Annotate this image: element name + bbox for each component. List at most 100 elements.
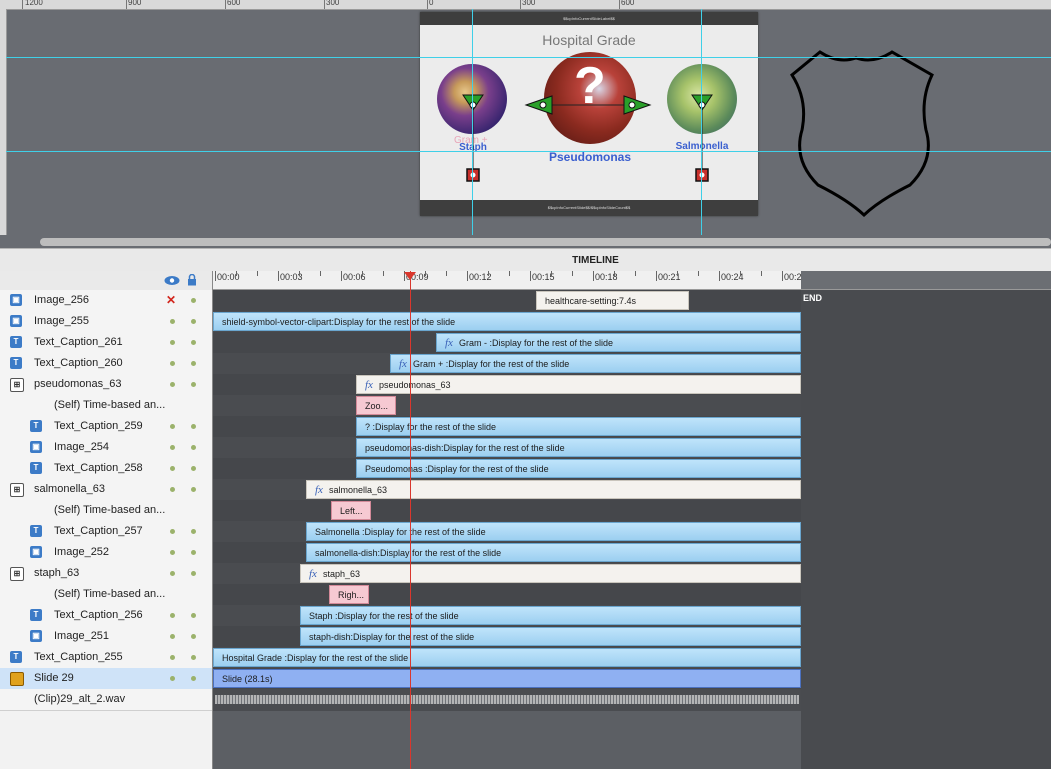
layer-name[interactable]: (Self) Time-based an...	[54, 588, 165, 600]
lock-toggle[interactable]	[191, 340, 196, 345]
timeline-bar[interactable]: staph-dish:Display for the rest of the s…	[300, 627, 801, 646]
lock-toggle[interactable]	[191, 676, 196, 681]
layer-row[interactable]: T Text_Caption_259	[0, 416, 212, 438]
lock-toggle[interactable]	[191, 424, 196, 429]
visibility-toggle[interactable]	[170, 613, 175, 618]
timeline-bar[interactable]: Hospital Grade :Display for the rest of …	[213, 648, 801, 667]
lock-toggle[interactable]	[191, 634, 196, 639]
timeline-bar[interactable]: Slide (28.1s)	[213, 669, 801, 688]
layer-name[interactable]: Text_Caption_255	[34, 651, 123, 663]
layer-name[interactable]: Text_Caption_261	[34, 336, 123, 348]
visibility-toggle[interactable]	[170, 529, 175, 534]
lock-toggle[interactable]	[191, 445, 196, 450]
staph-motion-path[interactable]	[462, 94, 484, 182]
playhead-handle[interactable]	[404, 272, 416, 280]
eye-icon[interactable]	[164, 275, 180, 286]
visibility-toggle[interactable]	[170, 634, 175, 639]
layer-name[interactable]: Text_Caption_257	[54, 525, 143, 537]
salmonella-motion-path[interactable]	[691, 94, 713, 182]
lock-toggle[interactable]	[191, 571, 196, 576]
layer-row[interactable]: ⊞ staph_63	[0, 563, 212, 585]
layer-name[interactable]: Text_Caption_259	[54, 420, 143, 432]
layer-row[interactable]: ▣ Image_252	[0, 542, 212, 564]
layer-row[interactable]: T Text_Caption_255	[0, 647, 212, 669]
timeline-bar[interactable]: fx Gram - :Display for the rest of the sl…	[436, 333, 801, 352]
layer-name[interactable]: Image_251	[54, 630, 109, 642]
visibility-toggle[interactable]	[170, 382, 175, 387]
lock-toggle[interactable]	[191, 550, 196, 555]
timeline-bar[interactable]: fx salmonella_63	[306, 480, 801, 499]
visibility-toggle[interactable]	[170, 319, 175, 324]
layer-row[interactable]: (Self) Time-based an...	[0, 500, 212, 522]
lock-toggle[interactable]	[191, 298, 196, 303]
lock-toggle[interactable]	[191, 529, 196, 534]
visibility-toggle[interactable]	[170, 361, 175, 366]
layer-row[interactable]: T Text_Caption_260	[0, 353, 212, 375]
lock-toggle[interactable]	[191, 487, 196, 492]
pseudomonas-motion-path[interactable]	[524, 95, 652, 115]
timeline-bar[interactable]: Staph :Display for the rest of the slide	[300, 606, 801, 625]
timeline-bar[interactable]: pseudomonas-dish:Display for the rest of…	[356, 438, 801, 457]
timeline-bar[interactable]: fx staph_63	[300, 564, 801, 583]
layer-row[interactable]: T Text_Caption_258	[0, 458, 212, 480]
layer-row[interactable]: ▣ Image_256 ✕	[0, 290, 212, 312]
layer-name[interactable]: (Self) Time-based an...	[54, 399, 165, 411]
layer-name[interactable]: Image_255	[34, 315, 89, 327]
lock-toggle[interactable]	[191, 319, 196, 324]
horizontal-guide[interactable]	[6, 57, 1051, 58]
layer-row[interactable]: (Self) Time-based an...	[0, 584, 212, 606]
visibility-toggle[interactable]	[170, 655, 175, 660]
timeline-bar[interactable]: fx pseudomonas_63	[356, 375, 801, 394]
lock-toggle[interactable]	[191, 613, 196, 618]
layer-name[interactable]: Image_252	[54, 546, 109, 558]
timeline-bar[interactable]: Salmonella :Display for the rest of the …	[306, 522, 801, 541]
visibility-toggle[interactable]	[170, 466, 175, 471]
timeline-bar[interactable]: Pseudomonas :Display for the rest of the…	[356, 459, 801, 478]
playhead[interactable]	[410, 271, 411, 769]
visibility-toggle[interactable]	[170, 550, 175, 555]
layer-row[interactable]: ▣ Image_254	[0, 437, 212, 459]
layer-name[interactable]: (Clip)29_alt_2.wav	[34, 693, 125, 705]
layer-row[interactable]: T Text_Caption_256	[0, 605, 212, 627]
vertical-guide[interactable]	[472, 9, 473, 235]
layer-name[interactable]: (Self) Time-based an...	[54, 504, 165, 516]
visibility-toggle[interactable]	[170, 571, 175, 576]
layer-row[interactable]: Slide 29	[0, 668, 212, 690]
layer-row[interactable]: T Text_Caption_261	[0, 332, 212, 354]
layer-name[interactable]: Text_Caption_258	[54, 462, 143, 474]
visibility-toggle[interactable]	[170, 340, 175, 345]
layer-name[interactable]: pseudomonas_63	[34, 378, 121, 390]
lock-toggle[interactable]	[191, 361, 196, 366]
audio-waveform[interactable]	[215, 695, 799, 704]
stage-canvas[interactable]: 1200 900 600 300 0 300 600 $$cpInfoCurre…	[0, 0, 1051, 248]
timeline-bar[interactable]: shield-symbol-vector-clipart:Display for…	[213, 312, 801, 331]
timeline-bar[interactable]: fx Gram + :Display for the rest of the sl…	[390, 354, 801, 373]
visibility-toggle[interactable]	[170, 676, 175, 681]
lock-toggle[interactable]	[191, 382, 196, 387]
layer-row[interactable]: (Clip)29_alt_2.wav	[0, 689, 212, 711]
layer-name[interactable]: salmonella_63	[34, 483, 105, 495]
horizontal-scrollbar[interactable]	[40, 238, 1051, 246]
layer-row[interactable]: T Text_Caption_257	[0, 521, 212, 543]
hidden-x-icon[interactable]: ✕	[166, 293, 176, 307]
visibility-toggle[interactable]	[170, 445, 175, 450]
timeline-bar[interactable]: salmonella-dish:Display for the rest of …	[306, 543, 801, 562]
lock-toggle[interactable]	[191, 655, 196, 660]
lock-icon[interactable]	[187, 274, 197, 286]
timeline-bar[interactable]: Zoo...	[356, 396, 396, 415]
layer-row[interactable]: ▣ Image_255	[0, 311, 212, 333]
timeline-bar[interactable]: Left...	[331, 501, 371, 520]
visibility-toggle[interactable]	[170, 487, 175, 492]
timeline-bar[interactable]: healthcare-setting:7.4s	[536, 291, 689, 310]
layer-name[interactable]: Text_Caption_256	[54, 609, 143, 621]
layer-row[interactable]: ⊞ pseudomonas_63	[0, 374, 212, 396]
layer-name[interactable]: Image_254	[54, 441, 109, 453]
layer-name[interactable]: Slide 29	[34, 672, 74, 684]
vertical-guide[interactable]	[701, 9, 702, 235]
timeline-bar[interactable]: Righ...	[329, 585, 369, 604]
visibility-toggle[interactable]	[170, 424, 175, 429]
layer-row[interactable]: (Self) Time-based an...	[0, 395, 212, 417]
timeline-bar[interactable]: ? :Display for the rest of the slide	[356, 417, 801, 436]
layer-row[interactable]: ⊞ salmonella_63	[0, 479, 212, 501]
layer-name[interactable]: Text_Caption_260	[34, 357, 123, 369]
